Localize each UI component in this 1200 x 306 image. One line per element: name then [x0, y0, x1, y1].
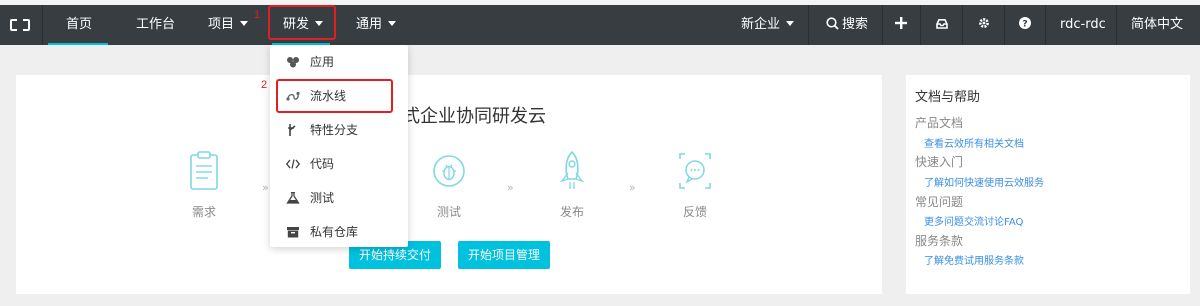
main-title: 式企业协同研发云 [402, 106, 546, 127]
nav-separator [808, 5, 809, 45]
rd-dropdown-menu: 应用 流水线 特性分支 代码 测试 私有仓库 [270, 45, 408, 247]
clipboard-icon [184, 149, 224, 193]
plus-icon [895, 17, 907, 29]
nav-separator [1116, 5, 1117, 45]
main-card: 式企业协同研发云 需求 » 测试 » 发布 » 反馈 开始持续交付 开始项目管理 [16, 75, 882, 294]
gear-icon [979, 18, 989, 28]
step-label: 发布 [559, 205, 584, 219]
app-icon [287, 57, 299, 68]
step-label: 反馈 [682, 205, 707, 219]
chevron-down-icon [388, 21, 397, 26]
inbox-icon [936, 19, 948, 29]
rocket-icon [552, 149, 592, 193]
chevron-down-icon [240, 21, 249, 26]
start-project-management-button[interactable]: 开始项目管理 [458, 241, 550, 269]
svg-text:?: ? [1022, 19, 1027, 29]
help-link[interactable]: 更多问题交流讨论FAQ [924, 213, 1023, 228]
logo-icon[interactable] [10, 18, 30, 32]
step-label: 需求 [191, 205, 216, 219]
feedback-icon [675, 149, 715, 193]
search-icon [826, 17, 839, 30]
top-navbar: 首页 工作台 项目 研发 通用 新企业 搜索 ? rdc-rdc 简体中文 [0, 5, 1200, 45]
help-heading: 产品文档 [915, 116, 964, 130]
add-button[interactable] [895, 5, 907, 45]
step-label: 测试 [436, 205, 461, 219]
code-icon [286, 159, 300, 169]
step-testing: 测试 [419, 149, 479, 220]
step-release: 发布 [542, 149, 602, 220]
branch-icon [288, 124, 296, 136]
user-menu[interactable]: rdc-rdc [1060, 5, 1106, 45]
step-chevron: » [507, 181, 514, 194]
step-chevron: » [629, 181, 636, 194]
step-requirements: 需求 [174, 149, 234, 220]
menu-item-feature-branch[interactable]: 特性分支 [270, 113, 408, 147]
nav-separator [962, 5, 963, 45]
menu-item-testing[interactable]: 测试 [270, 181, 408, 215]
help-link[interactable]: 查看云效所有相关文档 [924, 135, 1024, 150]
search-button[interactable]: 搜索 [826, 5, 868, 45]
annotation-highlight-pipeline [276, 79, 393, 113]
language-switcher[interactable]: 简体中文 [1131, 5, 1183, 45]
nav-separator [882, 5, 883, 45]
help-heading: 服务条款 [915, 234, 964, 248]
help-icon: ? [1019, 17, 1031, 29]
chevron-down-icon [786, 21, 795, 26]
annotation-number: 1 [254, 9, 261, 21]
menu-item-code[interactable]: 代码 [270, 147, 408, 181]
company-switcher[interactable]: 新企业 [741, 5, 795, 45]
box-icon [287, 227, 299, 238]
nav-separator [1045, 5, 1046, 45]
help-link[interactable]: 了解免费试用服务条款 [924, 252, 1024, 267]
nav-separator [920, 5, 921, 45]
active-nav-indicator [48, 43, 108, 45]
nav-item-workbench[interactable]: 工作台 [136, 5, 175, 45]
help-link[interactable]: 了解如何快速使用云效服务 [924, 174, 1044, 189]
help-heading: 常见问题 [915, 195, 964, 209]
inbox-button[interactable] [936, 5, 948, 45]
nav-item-projects[interactable]: 项目 [208, 5, 249, 45]
step-feedback: 反馈 [665, 149, 725, 220]
annotation-number: 2 [261, 79, 268, 91]
nav-item-home[interactable]: 首页 [66, 5, 92, 45]
help-title: 文档与帮助 [915, 90, 981, 105]
flask-icon [286, 192, 300, 204]
nav-separator [42, 5, 43, 45]
nav-item-general[interactable]: 通用 [356, 5, 397, 45]
menu-item-apps[interactable]: 应用 [270, 45, 408, 79]
annotation-highlight-rd [268, 5, 336, 40]
step-chevron: » [262, 181, 269, 194]
help-button[interactable]: ? [1019, 5, 1031, 45]
settings-button[interactable] [978, 5, 990, 45]
help-heading: 快速入门 [915, 155, 964, 169]
nav-separator [1004, 5, 1005, 45]
bug-icon [429, 149, 469, 193]
menu-item-private-repo[interactable]: 私有仓库 [270, 215, 408, 249]
help-card: 文档与帮助 产品文档 查看云效所有相关文档 快速入门 了解如何快速使用云效服务 … [906, 75, 1190, 294]
